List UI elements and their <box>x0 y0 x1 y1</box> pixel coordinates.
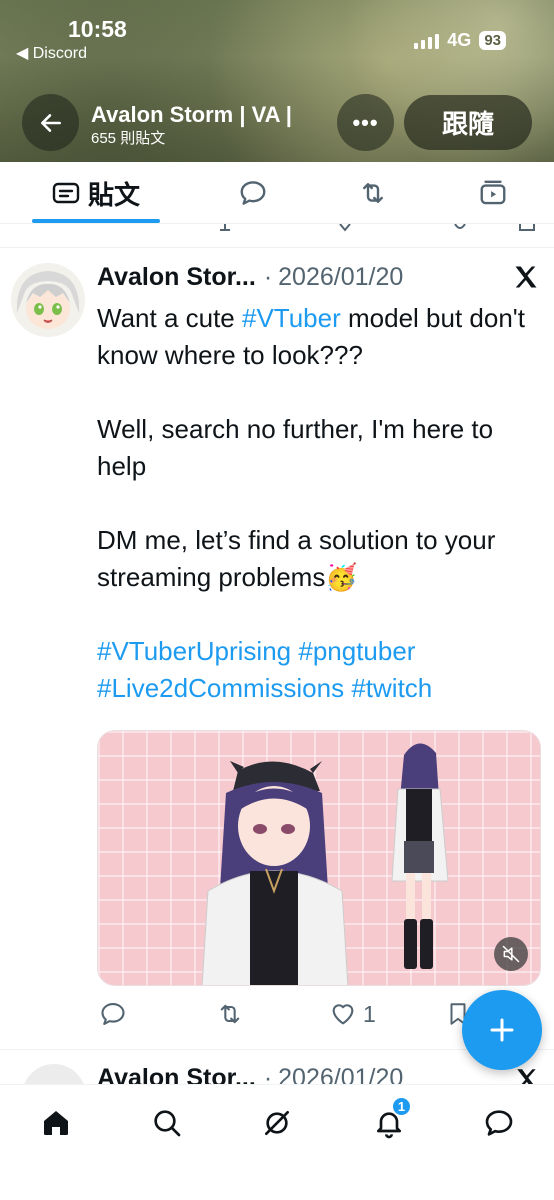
search-icon <box>154 1110 181 1137</box>
hashtag-link[interactable]: #VTuber <box>242 303 341 333</box>
follow-button[interactable]: 跟隨 <box>404 95 532 150</box>
tweet-separator: · <box>263 1064 273 1084</box>
notification-badge: 1 <box>391 1096 412 1117</box>
nav-notifications[interactable]: 1 <box>367 1096 412 1145</box>
posts-icon <box>52 182 80 204</box>
x-logo-icon <box>515 266 537 288</box>
more-options-button[interactable]: ••• <box>337 94 394 151</box>
tweet-date[interactable]: 2026/01/20 <box>278 1064 403 1084</box>
tweet[interactable]: Avalon Stor... · 2026/01/20 Want a cute … <box>0 248 554 1050</box>
signal-icon <box>414 33 440 49</box>
tweet-text-line: Want a cute <box>97 303 242 333</box>
tweet-text: Want a cute #VTuber model but don't know… <box>97 300 537 707</box>
avatar[interactable] <box>11 263 85 337</box>
tweet-separator: · <box>263 263 273 291</box>
vtuber-model-illustration <box>201 743 449 985</box>
previous-tweet-icons <box>220 224 535 232</box>
tweet-paragraph: DM me, let’s find a solution to your str… <box>97 525 496 592</box>
plus-icon <box>490 1018 514 1042</box>
profile-tabs: 貼文 <box>0 162 554 224</box>
tweet-header: Avalon Stor... · 2026/01/20 <box>97 1064 403 1084</box>
heart-icon <box>332 1004 354 1025</box>
home-icon <box>44 1111 68 1135</box>
repost-icon <box>220 1004 240 1024</box>
nav-messages[interactable] <box>477 1101 521 1145</box>
more-icon: ••• <box>352 109 379 135</box>
anime-avatar-icon <box>11 263 85 337</box>
status-indicators: 4G 93 <box>414 30 506 51</box>
profile-banner: 10:58 ◀ Discord 4G 93 Avalon Storm | VA … <box>0 0 554 162</box>
like-count: 1 <box>363 1000 376 1027</box>
tab-posts-label: 貼文 <box>87 179 140 210</box>
messages-icon <box>485 1110 513 1136</box>
tab-media[interactable] <box>462 162 524 224</box>
tab-replies[interactable] <box>222 162 284 224</box>
nav-search[interactable] <box>145 1101 189 1145</box>
arrow-left-icon <box>40 113 61 132</box>
nav-home[interactable] <box>34 1101 78 1145</box>
battery-icon: 93 <box>479 31 506 50</box>
previous-tweet-actions <box>0 224 554 248</box>
grok-icon <box>265 1111 289 1135</box>
tweet-media[interactable] <box>97 730 541 986</box>
compose-button[interactable] <box>462 990 542 1070</box>
bottom-navigation: 1 <box>0 1084 554 1200</box>
x-logo-icon <box>517 1069 536 1084</box>
hashtag-link[interactable]: #pngtuber <box>298 636 415 666</box>
media-icon <box>480 180 506 205</box>
hashtag-link[interactable]: #Live2dCommissions <box>97 673 344 703</box>
replies-icon <box>240 181 266 205</box>
hashtag-link[interactable]: #VTuberUprising <box>97 636 291 666</box>
hashtag-link[interactable]: #twitch <box>351 673 432 703</box>
back-to-app-link[interactable]: ◀ Discord <box>16 43 87 63</box>
avatar[interactable] <box>22 1064 86 1084</box>
repost-button[interactable] <box>215 1000 251 1028</box>
tweet-author[interactable]: Avalon Stor... <box>97 263 256 292</box>
nav-grok[interactable] <box>255 1101 299 1145</box>
tab-reposts[interactable] <box>342 162 404 224</box>
tweet-paragraph: Well, search no further, I'm here to hel… <box>97 414 494 481</box>
mute-button[interactable] <box>494 937 528 971</box>
tweet-header: Avalon Stor... · 2026/01/20 <box>97 263 403 292</box>
tab-posts[interactable]: 貼文 <box>32 162 160 224</box>
party-face-emoji: 🥳 <box>325 562 358 592</box>
post-count: 655 則貼文 <box>91 130 166 147</box>
reply-button[interactable] <box>99 1000 133 1028</box>
like-button[interactable]: 1 <box>329 1000 376 1028</box>
back-button[interactable] <box>22 94 79 151</box>
tweet-date[interactable]: 2026/01/20 <box>278 263 403 292</box>
muted-speaker-icon <box>502 945 520 963</box>
status-time: 10:58 <box>68 16 127 42</box>
network-type: 4G <box>447 30 472 50</box>
active-tab-indicator <box>32 219 160 223</box>
tweet-author[interactable]: Avalon Stor... <box>97 1064 256 1084</box>
reply-icon <box>101 1003 125 1025</box>
profile-name: Avalon Storm | VA | <box>91 102 292 127</box>
reposts-icon <box>363 183 383 203</box>
